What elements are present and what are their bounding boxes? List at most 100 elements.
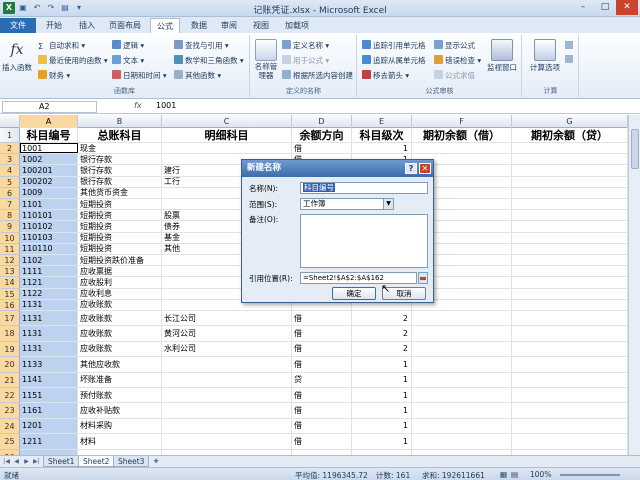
formula-input[interactable]: 1001 — [156, 101, 176, 110]
cell[interactable] — [162, 403, 292, 418]
cell[interactable]: 现金 — [78, 143, 162, 154]
recent-functions-button[interactable]: 最近使用的函数 ▾ — [38, 55, 108, 66]
column-header-g[interactable]: G — [512, 115, 628, 128]
cell[interactable]: 1133 — [20, 357, 78, 372]
row-header[interactable]: 20 — [0, 357, 20, 373]
cell[interactable] — [512, 154, 628, 165]
cell[interactable]: 水利公司 — [162, 341, 292, 357]
cell[interactable] — [512, 299, 628, 310]
collapse-dialog-icon[interactable] — [418, 272, 428, 284]
cell[interactable]: 1009 — [20, 187, 78, 198]
cell[interactable] — [512, 388, 628, 403]
cell[interactable]: 1101 — [20, 199, 78, 210]
row-header[interactable]: 23 — [0, 403, 20, 419]
cell[interactable]: 110102 — [20, 221, 78, 232]
cell[interactable]: 借 — [292, 388, 352, 403]
calculate-sheet-icon[interactable] — [565, 55, 573, 63]
trace-dependents-button[interactable]: 追踪从属单元格 — [362, 55, 426, 66]
cell[interactable]: 应收账款 — [78, 341, 162, 357]
cell[interactable]: 1201 — [20, 418, 78, 434]
row-header[interactable]: 5 — [0, 176, 20, 188]
refers-to-input[interactable]: =Sheet2!$A$2:$A$162 — [300, 272, 417, 284]
watch-window-button[interactable]: 监视窗口 — [484, 39, 520, 73]
row-header[interactable]: 1 — [0, 128, 20, 143]
cell[interactable]: 1131 — [20, 299, 78, 310]
cell[interactable]: 100202 — [20, 176, 78, 187]
row-header[interactable]: 12 — [0, 255, 20, 267]
cell[interactable]: 110103 — [20, 232, 78, 243]
cell[interactable]: 1111 — [20, 266, 78, 277]
cell[interactable] — [512, 357, 628, 372]
row-header[interactable]: 10 — [0, 232, 20, 244]
cell[interactable]: 余额方向 — [292, 128, 352, 142]
cell[interactable]: 总账科目 — [78, 128, 162, 142]
vertical-scrollbar[interactable] — [628, 115, 640, 455]
cell[interactable] — [512, 434, 628, 449]
sheet-tab-sheet2[interactable]: Sheet2 — [78, 456, 115, 467]
tab-formulas[interactable]: 公式 — [150, 18, 180, 33]
error-checking-button[interactable]: 错误检查 ▾ — [434, 55, 481, 66]
cell[interactable]: 1002 — [20, 154, 78, 165]
cell[interactable] — [512, 311, 628, 326]
cell[interactable]: 贷 — [292, 372, 352, 387]
row-header[interactable]: 14 — [0, 277, 20, 289]
cell[interactable] — [412, 434, 512, 449]
comment-textarea[interactable] — [300, 214, 428, 268]
tab-home[interactable]: 开始 — [40, 18, 68, 33]
cell[interactable]: 1131 — [20, 311, 78, 326]
cell[interactable] — [162, 388, 292, 403]
cell[interactable]: 银行存款 — [78, 176, 162, 187]
datetime-button[interactable]: 日期和时间 ▾ — [112, 70, 167, 81]
cell[interactable]: 借 — [292, 434, 352, 449]
cell[interactable] — [412, 403, 512, 418]
next-sheet-icon[interactable]: ▶ — [22, 457, 31, 466]
cell[interactable]: 1 — [352, 434, 412, 449]
cell[interactable]: 材料 — [78, 434, 162, 449]
row-header[interactable]: 6 — [0, 187, 20, 199]
cell[interactable] — [412, 311, 512, 326]
cell[interactable] — [412, 326, 512, 341]
chevron-down-icon[interactable]: ▼ — [383, 199, 393, 209]
insert-sheet-icon[interactable]: ✚ — [150, 457, 162, 466]
text-button[interactable]: 文本 ▾ — [112, 55, 144, 66]
create-from-selection-button[interactable]: 根据所选内容创建 — [282, 70, 353, 81]
cell[interactable]: 其他应收款 — [78, 357, 162, 372]
column-header-a[interactable]: A — [20, 115, 78, 128]
math-button[interactable]: 数学和三角函数 ▾ — [174, 55, 244, 66]
row-header[interactable]: 11 — [0, 243, 20, 255]
cell[interactable]: 借 — [292, 143, 352, 154]
cell[interactable]: 110110 — [20, 243, 78, 254]
tab-review[interactable]: 审阅 — [215, 18, 243, 33]
cell[interactable]: 1122 — [20, 288, 78, 299]
cell[interactable]: 1211 — [20, 434, 78, 449]
insert-function-icon[interactable]: fx — [134, 101, 142, 110]
cell[interactable]: 银行存款 — [78, 165, 162, 176]
cell[interactable] — [162, 418, 292, 434]
use-in-formula-button[interactable]: 用于公式 ▾ — [282, 55, 329, 66]
cell[interactable] — [162, 357, 292, 372]
cell[interactable]: 银行存款 — [78, 154, 162, 165]
cell[interactable]: 应收补贴款 — [78, 403, 162, 418]
cell[interactable] — [412, 357, 512, 372]
row-header[interactable]: 19 — [0, 341, 20, 358]
cell[interactable]: 其他货币资金 — [78, 187, 162, 198]
cell[interactable]: 1001 — [20, 143, 78, 154]
column-header-f[interactable]: F — [412, 115, 512, 128]
row-header[interactable]: 21 — [0, 372, 20, 388]
cell[interactable] — [512, 143, 628, 154]
cell[interactable]: 1131 — [20, 326, 78, 341]
cell[interactable]: 1102 — [20, 255, 78, 266]
cell[interactable]: 应收股利 — [78, 277, 162, 288]
cell[interactable]: 1141 — [20, 372, 78, 387]
scope-select[interactable]: 工作簿 ▼ — [300, 198, 394, 210]
row-header[interactable]: 16 — [0, 299, 20, 311]
trace-precedents-button[interactable]: 追踪引用单元格 — [362, 40, 426, 51]
cell[interactable]: 100201 — [20, 165, 78, 176]
cell[interactable] — [512, 255, 628, 266]
select-all-corner[interactable] — [0, 115, 20, 128]
cell[interactable]: 借 — [292, 311, 352, 326]
row-header[interactable]: 22 — [0, 388, 20, 404]
cell[interactable] — [412, 341, 512, 357]
remove-arrows-button[interactable]: 移去箭头 ▾ — [362, 70, 409, 81]
cell[interactable]: 应收账款 — [78, 299, 162, 310]
